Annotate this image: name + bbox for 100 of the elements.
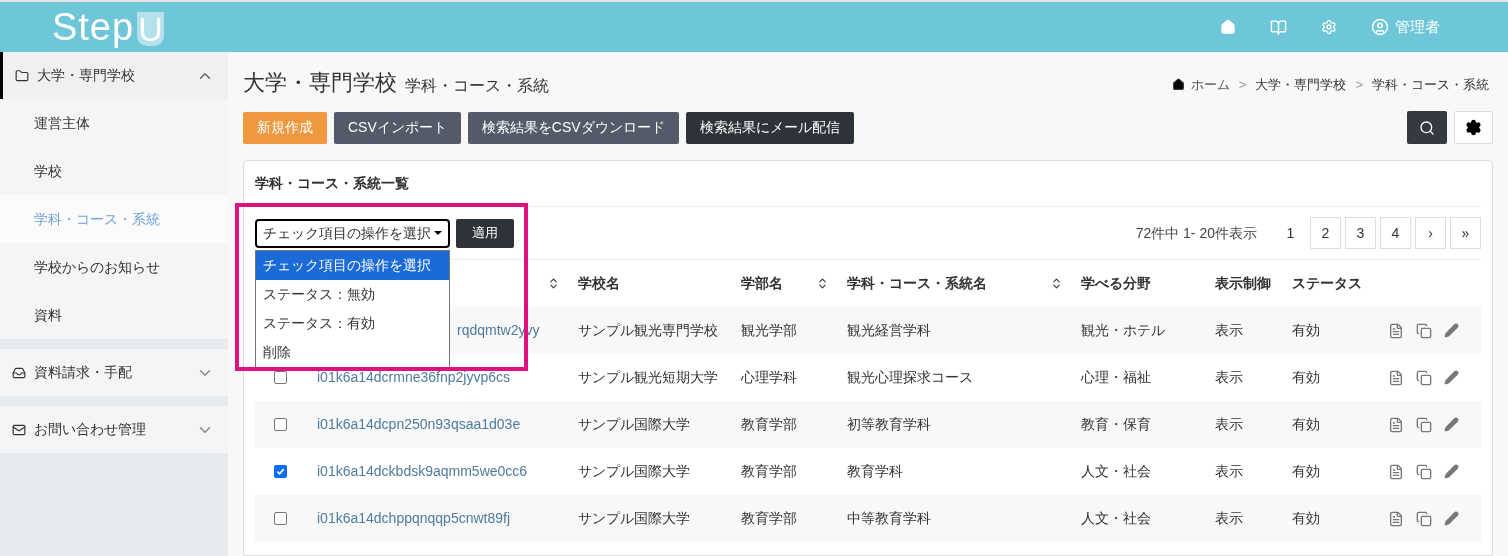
table-cell: サンプル観光短期大学 — [578, 369, 718, 385]
table-cell: 教育学部 — [741, 416, 797, 432]
table-cell: 観光心理探求コース — [847, 369, 973, 385]
inbox-icon — [12, 365, 26, 380]
copy-icon[interactable] — [1416, 416, 1432, 433]
sidebar-item[interactable]: 資料 — [0, 291, 228, 339]
result-summary: 72件中 1- 20件表示 — [1135, 223, 1257, 243]
document-icon[interactable] — [1388, 510, 1404, 527]
document-icon[interactable] — [1388, 369, 1404, 386]
copy-icon[interactable] — [1416, 369, 1432, 386]
table-cell: サンプル観光専門学校 — [578, 322, 718, 338]
column-header: ステータス — [1292, 274, 1362, 293]
table-cell: 有効 — [1292, 322, 1320, 338]
card-title: 学科・コース・系統一覧 — [255, 174, 409, 193]
table-cell: 教育学部 — [741, 510, 797, 526]
table-cell: 表示 — [1215, 510, 1243, 526]
table-cell: 心理学科 — [741, 369, 797, 385]
user-icon — [1371, 18, 1389, 36]
table-cell: サンプル国際大学 — [578, 416, 690, 432]
dropdown-option[interactable]: 削除 — [256, 338, 449, 367]
row-checkbox[interactable] — [273, 465, 287, 478]
table-cell: 人文・社会 — [1081, 463, 1151, 479]
table-cell: 観光・ホテル — [1081, 322, 1165, 338]
column-header: 学べる分野 — [1081, 274, 1151, 293]
sidebar-item[interactable]: 学校 — [0, 147, 228, 195]
column-header: 表示制御 — [1215, 274, 1271, 293]
bulk-action-select[interactable]: チェック項目の操作を選択 — [255, 218, 450, 248]
dropdown-option[interactable]: チェック項目の操作を選択 — [256, 251, 449, 280]
search-icon — [1419, 119, 1435, 136]
table-cell: 中等教育学科 — [847, 510, 931, 526]
table-cell: 心理・福祉 — [1081, 369, 1151, 385]
apply-button[interactable]: 適用 — [456, 218, 514, 248]
document-icon[interactable] — [1388, 463, 1404, 480]
table-cell: 有効 — [1292, 369, 1320, 385]
pencil-icon[interactable] — [1444, 370, 1459, 385]
row-checkbox[interactable] — [273, 371, 287, 384]
breadcrumb-separator: > — [1355, 75, 1363, 94]
table-cell: 表示 — [1215, 369, 1243, 385]
table-cell: 人文・社会 — [1081, 510, 1151, 526]
breadcrumb-item[interactable]: ホーム — [1190, 74, 1230, 94]
id-link[interactable]: i01k6a14dcrmne36fnp2jyvp6cs — [317, 369, 510, 385]
id-link[interactable]: i01k6a14dckbdsk9aqmm5we0cc6 — [317, 463, 528, 479]
pagination-button[interactable]: 3 — [1345, 217, 1376, 249]
search-button[interactable] — [1407, 111, 1447, 144]
table-cell: 教育学部 — [741, 463, 797, 479]
table-cell: 表示 — [1215, 322, 1243, 338]
id-link[interactable]: i01k6a14dchppqnqqp5cnwt89fj — [317, 510, 511, 526]
breadcrumb-separator: > — [1238, 75, 1247, 94]
document-icon[interactable] — [1388, 322, 1404, 339]
table-cell: 観光経営学科 — [847, 322, 931, 338]
gear-icon — [1465, 119, 1482, 136]
page-title: 大学・専門学校 — [243, 72, 397, 94]
pencil-icon[interactable] — [1444, 323, 1459, 338]
dropdown-option[interactable]: ステータス：無効 — [256, 280, 449, 309]
page-subtitle: 学科・コース・系統 — [405, 78, 549, 94]
home-icon — [1171, 77, 1185, 91]
document-icon[interactable] — [1388, 416, 1404, 433]
breadcrumb-item: 学科・コース・系統 — [1372, 75, 1489, 94]
pagination-button[interactable]: » — [1450, 217, 1481, 249]
toolbar-button[interactable]: 検索結果にメール配信 — [685, 111, 854, 144]
table-cell: 有効 — [1292, 463, 1320, 479]
table-cell: 初等教育学科 — [847, 416, 931, 432]
table-cell: 表示 — [1215, 463, 1243, 479]
sidebar-group[interactable]: 資料請求・手配 — [0, 349, 228, 396]
settings-button[interactable] — [1454, 111, 1493, 144]
table-cell: 観光学部 — [741, 322, 797, 338]
mail-icon — [12, 422, 26, 437]
sidebar-item[interactable]: 学校からのお知らせ — [0, 243, 228, 291]
sort-icon[interactable] — [547, 277, 560, 290]
pagination-button[interactable]: › — [1415, 217, 1446, 249]
copy-icon[interactable] — [1416, 463, 1432, 480]
table-cell: サンプル国際大学 — [578, 463, 690, 479]
row-checkbox[interactable] — [273, 418, 287, 431]
row-checkbox[interactable] — [273, 512, 287, 525]
pagination-button[interactable]: 2 — [1310, 217, 1341, 249]
table-cell: 有効 — [1292, 416, 1320, 432]
table-cell: 有効 — [1292, 510, 1320, 526]
copy-icon[interactable] — [1416, 322, 1432, 339]
sidebar-item[interactable]: 運営主体 — [0, 99, 228, 147]
table-cell: サンプル国際大学 — [578, 510, 690, 526]
pencil-icon[interactable] — [1444, 417, 1459, 432]
pencil-icon[interactable] — [1444, 464, 1459, 479]
breadcrumb-item: 大学・専門学校 — [1255, 75, 1347, 94]
table-cell: 表示 — [1215, 416, 1243, 432]
pagination-button[interactable]: 1 — [1275, 217, 1306, 249]
sidebar-group[interactable]: 大学・専門学校 — [0, 52, 228, 99]
toolbar-button[interactable]: 検索結果をCSVダウンロード — [467, 111, 679, 144]
pagination-button[interactable]: 4 — [1380, 217, 1411, 249]
table-cell: 教育・保育 — [1081, 416, 1151, 432]
copy-icon[interactable] — [1416, 510, 1432, 527]
column-header: 学科・コース・系統名 — [847, 274, 987, 293]
sort-icon[interactable] — [1050, 277, 1063, 290]
folder-icon — [15, 68, 29, 83]
sidebar-group[interactable]: お問い合わせ管理 — [0, 406, 228, 453]
dropdown-option[interactable]: ステータス：有効 — [256, 309, 449, 338]
sort-icon[interactable] — [816, 277, 829, 290]
pencil-icon[interactable] — [1444, 511, 1459, 526]
column-header: 学部名 — [741, 274, 783, 293]
toolbar-button[interactable]: CSVインポート — [334, 111, 461, 144]
id-link[interactable]: i01k6a14dcpn250n93qsaa1d03e — [317, 416, 521, 432]
